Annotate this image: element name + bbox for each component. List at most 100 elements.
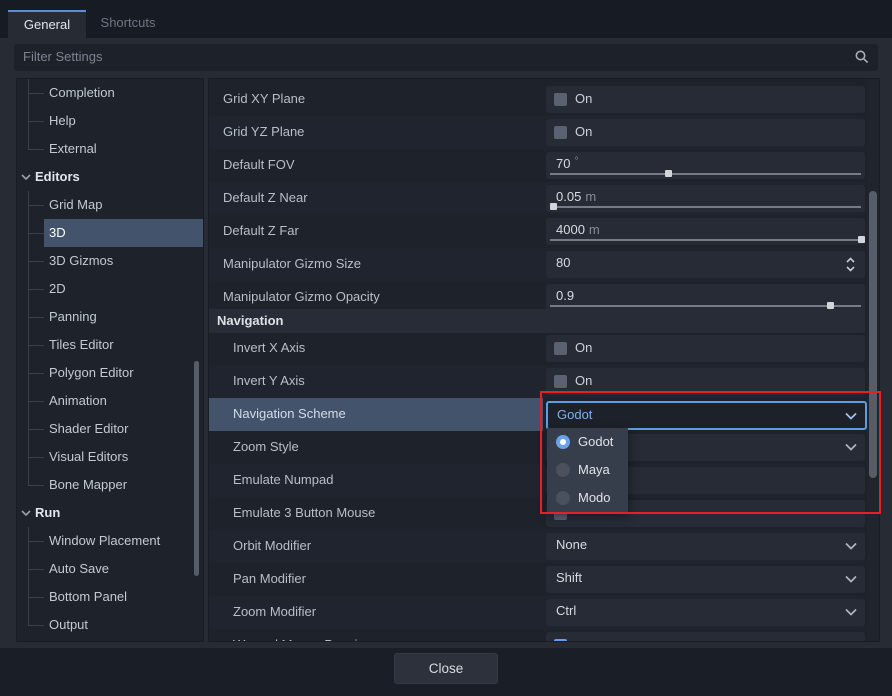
close-button[interactable]: Close <box>394 653 498 684</box>
tab-shortcuts[interactable]: Shortcuts <box>86 10 170 38</box>
slider-field[interactable]: 70° <box>546 152 865 179</box>
sidebar-item-run[interactable]: Run <box>17 499 203 527</box>
chevron-down-icon <box>845 542 857 550</box>
checkbox-field[interactable]: On <box>546 86 865 113</box>
checkbox-field[interactable]: On <box>546 119 865 146</box>
slider-thumb[interactable] <box>550 203 557 210</box>
sidebar-item-grid-map[interactable]: Grid Map <box>17 191 203 219</box>
checkbox-label: On <box>575 373 592 388</box>
setting-row: Orbit Modifier None <box>209 530 865 563</box>
tab-bar: General Shortcuts <box>0 0 892 38</box>
sidebar-item-output[interactable]: Output <box>17 611 203 639</box>
checkbox-unchecked[interactable] <box>554 93 567 106</box>
setting-row: Emulate Numpad <box>209 464 865 497</box>
dropdown-value: Shift <box>556 570 582 585</box>
sidebar-item-window-placement[interactable]: Window Placement <box>17 527 203 555</box>
checkbox-field[interactable]: On <box>546 335 865 362</box>
dropdown-field[interactable]: Ctrl <box>546 599 865 626</box>
sidebar-item-2d[interactable]: 2D <box>17 275 203 303</box>
dropdown-field[interactable]: None <box>546 533 865 560</box>
checkbox-label: On <box>575 340 592 355</box>
slider-field[interactable]: 0.9 <box>546 284 865 311</box>
tab-general[interactable]: General <box>8 10 86 38</box>
search-icon <box>854 49 870 65</box>
slider-value: 0.05 <box>556 189 581 204</box>
sidebar-item-bone-mapper[interactable]: Bone Mapper <box>17 471 203 499</box>
slider-unit: m <box>585 189 596 204</box>
section-header-navigation: Navigation <box>209 309 865 333</box>
filter-settings-input[interactable]: Filter Settings <box>14 44 878 71</box>
checkbox-field[interactable]: ✓ <box>546 632 865 642</box>
slider-thumb[interactable] <box>665 170 672 177</box>
slider-track[interactable] <box>550 239 861 241</box>
sidebar-item-3d[interactable]: 3D <box>44 219 204 247</box>
slider-unit: ° <box>574 156 578 167</box>
radio-unselected-icon <box>556 491 570 505</box>
slider-field[interactable]: 4000m <box>546 218 865 245</box>
sidebar-item-tiles-editor[interactable]: Tiles Editor <box>17 331 203 359</box>
checkbox-unchecked[interactable] <box>554 126 567 139</box>
setting-label: Zoom Style <box>233 439 299 454</box>
option-maya[interactable]: Maya <box>547 456 628 484</box>
setting-row: Default Z Near 0.05 m <box>209 182 865 215</box>
sidebar-item-bottom-panel[interactable]: Bottom Panel <box>17 583 203 611</box>
setting-label: Manipulator Gizmo Opacity <box>223 289 380 304</box>
chevron-down-icon <box>21 510 31 516</box>
sidebar-item-external[interactable]: External <box>17 135 203 163</box>
sidebar-item-animation[interactable]: Animation <box>17 387 203 415</box>
slider-thumb[interactable] <box>858 236 865 243</box>
updown-icon[interactable] <box>845 256 856 273</box>
setting-label: Default Z Near <box>223 190 308 205</box>
setting-label: Invert Y Axis <box>233 373 305 388</box>
slider-track[interactable] <box>550 173 861 175</box>
setting-label: Orbit Modifier <box>233 538 311 553</box>
dropdown-field[interactable]: Shift <box>546 566 865 593</box>
setting-row: Default FOV 70° <box>209 149 865 182</box>
sidebar-item-polygon-editor[interactable]: Polygon Editor <box>17 359 203 387</box>
slider-value: 0.9 <box>556 288 574 303</box>
radio-unselected-icon <box>556 463 570 477</box>
sidebar-item-auto-save[interactable]: Auto Save <box>17 555 203 583</box>
setting-row: Default Z Far 4000m <box>209 215 865 248</box>
setting-label: Default Z Far <box>223 223 299 238</box>
dropdown-value: None <box>556 537 587 552</box>
checkbox-unchecked[interactable] <box>554 342 567 355</box>
sidebar-item-editors[interactable]: Editors <box>17 163 203 191</box>
setting-row: Grid XY Plane On <box>209 83 865 116</box>
setting-label: Default FOV <box>223 157 295 172</box>
spinner-field[interactable]: 80 <box>546 251 865 278</box>
option-modo[interactable]: Modo <box>547 484 628 512</box>
settings-scrollbar-thumb[interactable] <box>869 191 877 478</box>
editor-settings-window: General Shortcuts Filter Settings Comple… <box>0 0 892 696</box>
chevron-down-icon <box>845 443 857 451</box>
setting-row: Emulate 3 Button Mouse <box>209 497 865 530</box>
navigation-scheme-select[interactable]: Godot <box>546 401 867 430</box>
setting-label: Emulate 3 Button Mouse <box>233 505 375 520</box>
slider-track[interactable] <box>550 305 861 307</box>
sidebar-item-3d-gizmos[interactable]: 3D Gizmos <box>17 247 203 275</box>
sidebar-item-visual-editors[interactable]: Visual Editors <box>17 443 203 471</box>
checkbox-checked[interactable]: ✓ <box>554 639 567 642</box>
select-value: Godot <box>557 407 592 422</box>
slider-track[interactable] <box>550 206 861 208</box>
chevron-down-icon <box>845 412 857 420</box>
setting-row: Zoom Style <box>209 431 865 464</box>
checkbox-unchecked[interactable] <box>554 375 567 388</box>
settings-scrollbar-track[interactable] <box>867 79 879 641</box>
setting-row: Invert X Axis On <box>209 332 865 365</box>
slider-thumb[interactable] <box>827 302 834 309</box>
setting-label: Navigation Scheme <box>233 406 346 421</box>
sidebar-item-shader-editor[interactable]: Shader Editor <box>17 415 203 443</box>
settings-list: Grid XY Plane On Grid YZ Plane On Defaul… <box>208 78 880 642</box>
setting-label: Warped Mouse Panning <box>233 637 372 642</box>
setting-row: Manipulator Gizmo Size 80 <box>209 248 865 281</box>
slider-field[interactable]: 0.05 m <box>546 185 865 212</box>
settings-tree: Completion Help External Editors Grid Ma… <box>16 78 204 642</box>
sidebar-item-help[interactable]: Help <box>17 107 203 135</box>
sidebar-item-panning[interactable]: Panning <box>17 303 203 331</box>
setting-row: Grid YZ Plane On <box>209 116 865 149</box>
option-godot[interactable]: Godot <box>547 428 628 456</box>
tree-scrollbar-thumb[interactable] <box>194 361 199 576</box>
checkbox-field[interactable]: On <box>546 368 865 395</box>
sidebar-item-completion[interactable]: Completion <box>17 79 203 107</box>
